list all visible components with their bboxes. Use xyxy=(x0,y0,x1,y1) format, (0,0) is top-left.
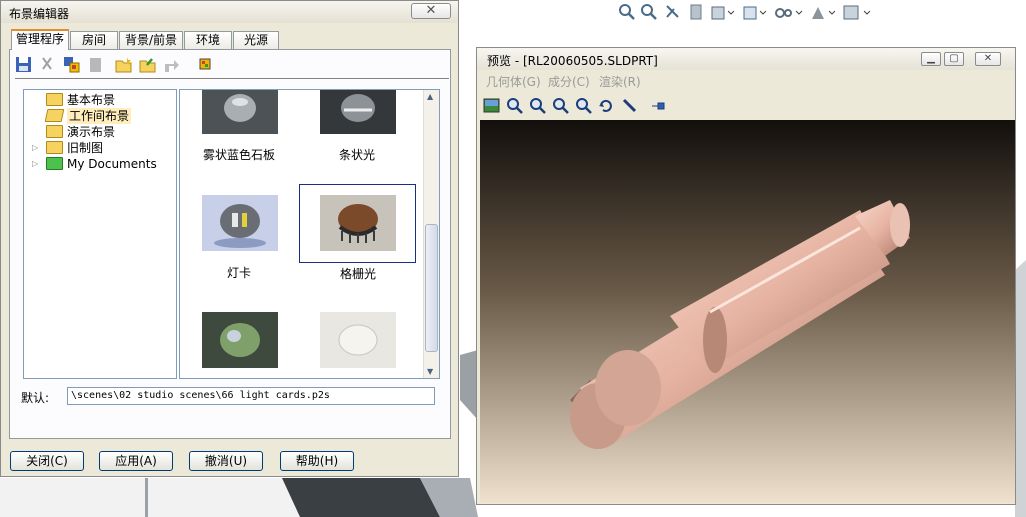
zoom-in-icon[interactable] xyxy=(529,97,546,114)
zoom-area-icon[interactable] xyxy=(552,97,569,114)
close-preview-button[interactable]: ✕ xyxy=(975,52,1001,66)
expand-icon[interactable]: ▷ xyxy=(32,140,38,156)
render-viewport[interactable] xyxy=(480,120,1015,503)
scene-item-misty-blue-slate[interactable]: 雾状蓝色石板 xyxy=(184,90,294,170)
undo-button[interactable]: 撤消(U) xyxy=(189,451,263,471)
teapot-thumbnail xyxy=(320,90,396,134)
tab-manager[interactable]: 管理程序 xyxy=(11,29,69,50)
zoom-area-icon[interactable] xyxy=(640,3,658,21)
teapot-thumbnail xyxy=(320,312,396,368)
preview-menubar: 几何体(G) 成分(C) 渲染(R) xyxy=(477,70,1015,90)
minimize-button[interactable]: ▁ xyxy=(921,52,941,66)
folder-icon xyxy=(46,141,63,154)
up-folder-icon[interactable] xyxy=(163,56,180,73)
scene-item-strip-lights[interactable]: 条状光 xyxy=(302,90,412,170)
copy-scene-icon[interactable] xyxy=(63,56,80,73)
section-view-icon[interactable] xyxy=(664,3,682,21)
scene-item-reflective[interactable] xyxy=(184,312,294,372)
scene-thumbnail-list[interactable]: 雾状蓝色石板 条状光 灯卡 格栅光 ▲ ▼ xyxy=(179,89,440,379)
teapot-thumbnail xyxy=(320,195,396,251)
scene-folder-tree[interactable]: 基本布景 工作间布景 演示布景 ▷ 旧制图 ▷ My Documents xyxy=(23,89,177,379)
thumbnail-scrollbar[interactable]: ▲ ▼ xyxy=(423,90,439,378)
paste-icon[interactable] xyxy=(87,56,104,73)
scene-item-white-backdrop[interactable] xyxy=(302,312,412,372)
rotate-icon[interactable] xyxy=(598,97,615,114)
edit-appearance-icon[interactable] xyxy=(774,3,804,21)
scroll-down-icon[interactable]: ▼ xyxy=(427,367,433,376)
menu-component[interactable]: 成分(C) xyxy=(548,73,590,90)
view-orientation-icon[interactable] xyxy=(688,3,704,21)
default-label: 默认: xyxy=(21,391,50,405)
properties-icon[interactable] xyxy=(197,56,214,73)
tab-environment[interactable]: 环境 xyxy=(184,31,232,49)
hide-show-icon[interactable] xyxy=(742,3,768,21)
pin-icon[interactable] xyxy=(650,97,667,114)
close-icon: ✕ xyxy=(425,3,437,18)
zoom-to-fit-icon[interactable] xyxy=(618,3,636,21)
folder-icon xyxy=(46,125,63,138)
help-button[interactable]: 帮助(H) xyxy=(280,451,354,471)
zoom-fit-icon[interactable] xyxy=(506,97,523,114)
menu-geometry[interactable]: 几何体(G) xyxy=(486,73,541,90)
close-icon: ✕ xyxy=(983,53,993,64)
maximize-button[interactable]: ▢ xyxy=(944,52,964,66)
zoom-dynamic-icon[interactable] xyxy=(575,97,592,114)
folder-icon xyxy=(46,93,63,106)
tab-background-foreground[interactable]: 背景/前景 xyxy=(119,31,183,49)
scroll-up-icon[interactable]: ▲ xyxy=(427,92,433,101)
main-toolbar xyxy=(612,2,882,24)
display-style-icon[interactable] xyxy=(710,3,736,21)
close-window-button[interactable]: ✕ xyxy=(411,3,451,19)
cut-icon[interactable] xyxy=(39,56,56,73)
teapot-thumbnail xyxy=(202,90,278,134)
tab-room[interactable]: 房间 xyxy=(70,31,118,49)
teapot-thumbnail xyxy=(202,312,278,368)
scene-item-light-cards[interactable]: 灯卡 xyxy=(184,187,294,280)
scene-item-grid-lights-selected[interactable]: 格栅光 xyxy=(299,184,416,281)
scene-editor-dialog: 布景编辑器 ✕ 管理程序 房间 背景/前景 环境 光源 基本布景 工作间布景 演… xyxy=(0,0,459,477)
scroll-thumb[interactable] xyxy=(425,224,438,352)
menu-render[interactable]: 渲染(R) xyxy=(599,73,641,90)
apply-scene-icon[interactable] xyxy=(810,3,838,21)
expand-icon[interactable]: ▷ xyxy=(32,156,38,172)
add-scene-icon[interactable] xyxy=(139,56,156,73)
folder-green-icon xyxy=(46,157,63,170)
view-settings-icon[interactable] xyxy=(842,3,872,21)
maximize-icon: ▢ xyxy=(949,53,959,64)
preview-title: 预览 - [RL20060505.SLDPRT] xyxy=(487,54,658,68)
folder-open-icon xyxy=(44,109,65,122)
teapot-thumbnail xyxy=(202,195,278,251)
pan-icon[interactable] xyxy=(621,97,638,114)
apply-button[interactable]: 应用(A) xyxy=(99,451,173,471)
preview-window: 预览 - [RL20060505.SLDPRT] ▁ ▢ ✕ 几何体(G) 成分… xyxy=(476,47,1016,505)
scene-editor-title: 布景编辑器 xyxy=(9,7,70,21)
default-path-value: \scenes\02 studio scenes\66 light cards.… xyxy=(71,390,330,401)
default-path-field[interactable]: \scenes\02 studio scenes\66 light cards.… xyxy=(67,387,435,405)
toolbar-divider xyxy=(15,78,449,80)
preview-titlebar[interactable]: 预览 - [RL20060505.SLDPRT] ▁ ▢ ✕ xyxy=(477,48,1015,70)
save-scene-icon[interactable] xyxy=(15,56,32,73)
tab-lighting[interactable]: 光源 xyxy=(233,31,279,49)
scene-image-icon[interactable] xyxy=(483,97,500,114)
scene-editor-titlebar[interactable]: 布景编辑器 ✕ xyxy=(1,1,458,23)
minimize-icon: ▁ xyxy=(927,53,935,64)
close-button[interactable]: 关闭(C) xyxy=(10,451,84,471)
new-folder-icon[interactable] xyxy=(115,56,132,73)
